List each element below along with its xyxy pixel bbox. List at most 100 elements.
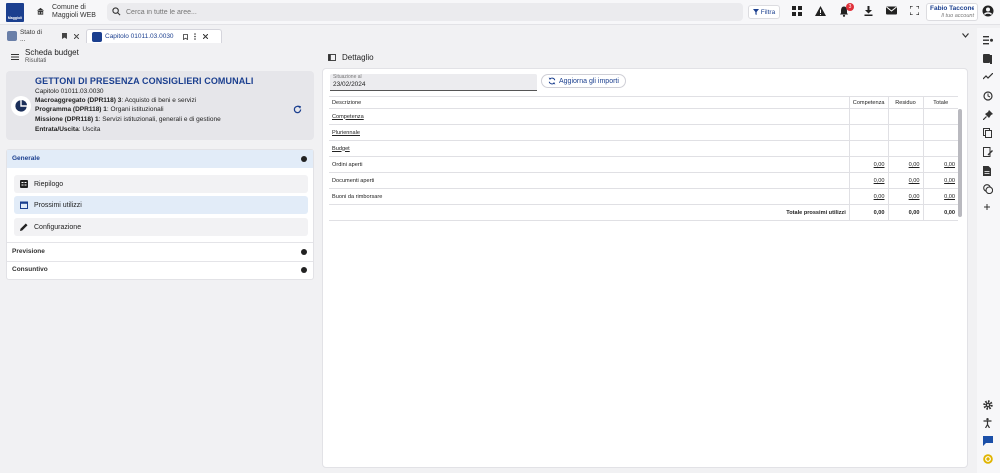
nav-item-riepilogo[interactable]: Riepilogo	[14, 175, 308, 193]
chevron-down-icon[interactable]	[962, 33, 969, 38]
grid-icon[interactable]	[792, 6, 802, 16]
book-icon[interactable]	[983, 54, 992, 64]
filter-label: Filtra	[760, 8, 776, 16]
chat-icon[interactable]	[983, 436, 993, 446]
filter-button[interactable]: Filtra	[748, 5, 780, 19]
aggiorna-importi-button[interactable]: Aggiorna gli importi	[541, 74, 626, 88]
nav-item-label: Riepilogo	[34, 180, 64, 188]
org-line2: Maggioli WEB	[52, 12, 96, 19]
nav-item-prossimi-utilizzi[interactable]: Prossimi utilizzi	[14, 196, 308, 214]
right-rail	[977, 28, 1000, 473]
accessibility-icon[interactable]	[983, 418, 992, 428]
pie-chart-icon	[15, 100, 27, 112]
collapse-dot-icon	[301, 156, 307, 162]
cell-link[interactable]: 0,00	[922, 156, 958, 173]
cell-link[interactable]: 0,00	[887, 172, 923, 189]
tab-capitolo[interactable]: Capitolo 01011.03.0030	[86, 29, 222, 43]
cell-link[interactable]: 0,00	[887, 156, 923, 173]
capitolo-card: GETTONI DI PRESENZA CONSIGLIERI COMUNALI…	[6, 71, 314, 140]
table-total-row: Totale prossimi utilizzi 0,00 0,00 0,00	[329, 204, 958, 221]
column-header: Residuo	[887, 96, 923, 109]
organization-name[interactable]: Comune di Maggioli WEB	[52, 4, 96, 20]
cell-value	[887, 124, 923, 141]
total-label: Totale prossimi utilizzi	[329, 204, 850, 221]
aggiorna-label: Aggiorna gli importi	[559, 77, 619, 85]
more-vertical-icon[interactable]	[193, 33, 196, 40]
cell-link[interactable]: 0,00	[922, 172, 958, 189]
tab-label: Capitolo 01011.03.0030	[105, 33, 174, 40]
fullscreen-icon[interactable]	[910, 6, 919, 15]
search-input[interactable]	[126, 5, 626, 19]
panel-title: Scheda budget	[25, 48, 79, 57]
column-header: Totale	[922, 96, 958, 109]
cell-link[interactable]: 0,00	[848, 188, 888, 205]
account-circle-icon[interactable]	[982, 5, 994, 17]
user-name: Fabio Tacconelli	[930, 5, 974, 12]
document-icon[interactable]	[983, 166, 991, 176]
close-icon[interactable]	[202, 34, 208, 39]
pencil-icon	[20, 223, 28, 231]
history-icon[interactable]	[983, 91, 993, 101]
list-settings-icon[interactable]	[983, 36, 993, 45]
panel-toggle-icon[interactable]	[328, 53, 336, 61]
cell-link[interactable]: 0,00	[887, 188, 923, 205]
cell-link[interactable]: 0,00	[922, 188, 958, 205]
edit-document-icon[interactable]	[983, 147, 993, 157]
cell-link[interactable]: 0,00	[848, 172, 888, 189]
row-label: Ordini aperti	[329, 156, 850, 173]
section-previsione[interactable]: Previsione	[7, 243, 313, 261]
trend-icon[interactable]	[983, 73, 993, 80]
global-search[interactable]	[107, 3, 743, 21]
row-link-budget[interactable]: Budget	[329, 140, 850, 157]
row-label: Buoni da rimborsare	[329, 188, 850, 205]
row-label: Documenti aperti	[329, 172, 850, 189]
app-logo[interactable]: Maggioli	[6, 3, 24, 22]
table-row: Documenti aperti 0,00 0,00 0,00	[329, 172, 958, 189]
warning-icon[interactable]	[815, 6, 826, 16]
cell-link[interactable]: 0,00	[848, 156, 888, 173]
calendar-icon	[20, 201, 28, 209]
cell-value	[922, 140, 958, 157]
bookmark-outline-icon[interactable]	[182, 33, 188, 40]
nav-item-configurazione[interactable]: Configurazione	[14, 218, 308, 236]
copy-icon[interactable]	[983, 128, 992, 138]
close-icon[interactable]	[74, 33, 79, 39]
detail-header: Dettaglio	[328, 50, 374, 64]
row-link-pluriennale[interactable]: Pluriennale	[329, 124, 850, 141]
nav-item-label: Configurazione	[34, 223, 82, 231]
logo-text: Maggioli	[7, 16, 23, 20]
tab-stato[interactable]: Stato di ...	[2, 29, 84, 43]
row-link-competenza[interactable]: Competenza	[329, 108, 850, 125]
org-line1: Comune di	[52, 4, 86, 11]
situazione-label: Situazione al	[333, 74, 362, 80]
refresh-icon[interactable]	[293, 105, 302, 114]
cell-value	[848, 140, 888, 157]
gear-icon[interactable]	[983, 400, 993, 410]
top-bar: Maggioli Comune di Maggioli WEB Filtra 3…	[0, 0, 1000, 25]
pie-chart-avatar	[11, 96, 31, 116]
coins-icon[interactable]	[983, 184, 993, 194]
situazione-value: 23/02/2024	[333, 81, 366, 88]
nav-item-label: Prossimi utilizzi	[34, 201, 82, 209]
table-scrollbar[interactable]	[958, 109, 962, 217]
add-icon[interactable]	[983, 203, 991, 211]
bookmark-icon[interactable]	[62, 33, 68, 39]
user-account-button[interactable]: Fabio Tacconelli Il tuo account	[926, 3, 978, 21]
table-row: Budget	[329, 140, 958, 157]
notification-badge: 3	[846, 3, 854, 11]
sync-icon	[548, 77, 556, 85]
menu-list-icon[interactable]	[11, 54, 19, 60]
section-consuntivo[interactable]: Consuntivo	[7, 261, 313, 279]
mail-icon[interactable]	[886, 6, 897, 15]
download-icon[interactable]	[864, 6, 873, 16]
pin-icon[interactable]	[983, 110, 993, 120]
column-header: Competenza	[848, 96, 888, 109]
situazione-field[interactable]: Situazione al 23/02/2024	[330, 74, 537, 91]
detail-table: Descrizione Competenza Residuo Totale Co…	[329, 96, 958, 221]
total-value: 0,00	[887, 204, 923, 221]
tab-bar: Stato di ... Capitolo 01011.03.0030	[0, 28, 975, 44]
tab-app-icon	[7, 31, 17, 41]
expand-dot-icon	[301, 267, 307, 273]
help-icon[interactable]	[983, 454, 993, 464]
section-generale[interactable]: Generale	[7, 150, 313, 168]
